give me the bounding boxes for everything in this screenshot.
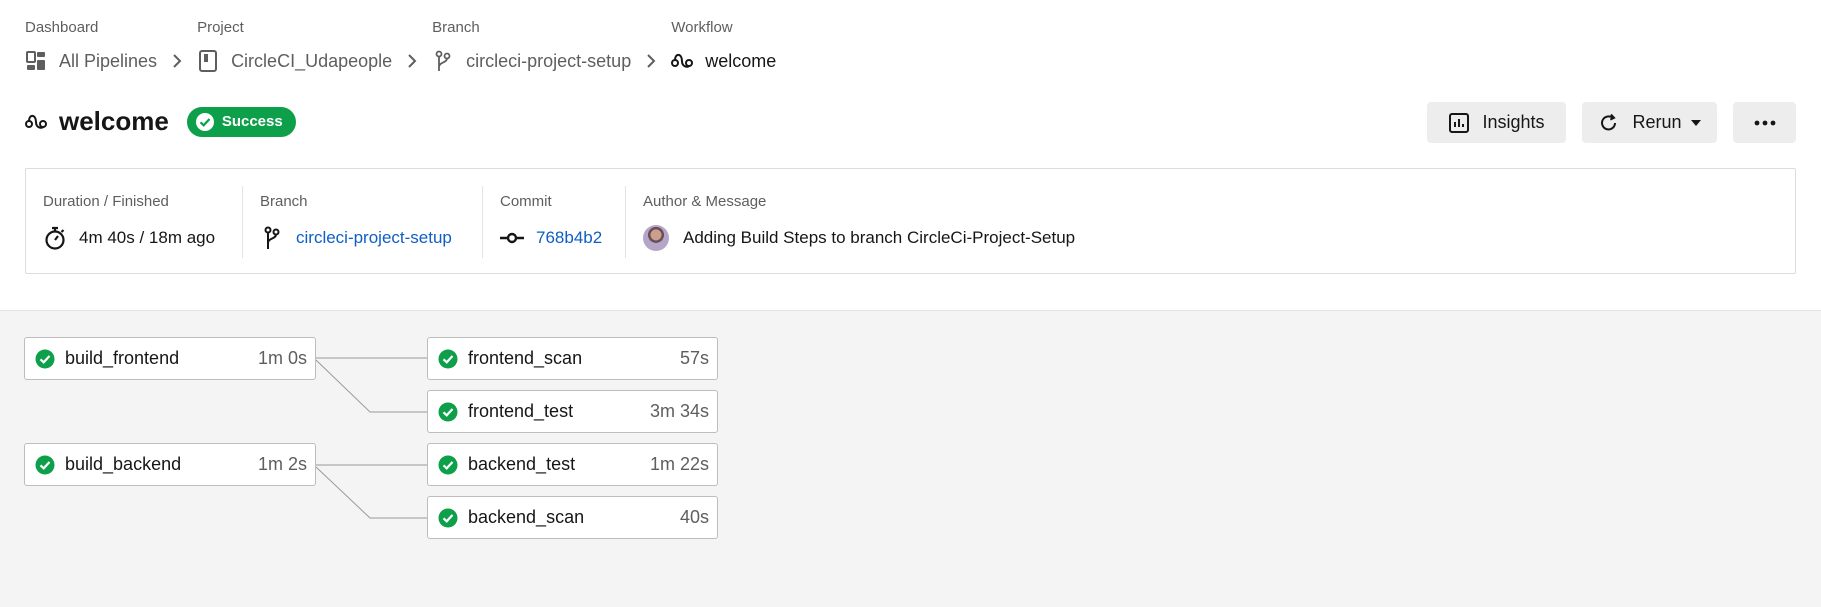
branch-icon	[432, 50, 454, 72]
page-header: welcome Success	[25, 106, 296, 137]
check-circle-icon	[195, 112, 214, 131]
insights-label: Insights	[1482, 112, 1545, 132]
check-circle-icon	[438, 508, 458, 527]
more-icon	[1754, 120, 1775, 125]
job-name: backend_test	[468, 454, 576, 474]
refresh-icon	[1598, 112, 1620, 134]
commit-link[interactable]: 768b4b2	[536, 228, 602, 248]
breadcrumb-branch[interactable]: Branch circleci-project-setup	[432, 19, 631, 76]
workflow-graph: build_frontend 1m 0s frontend_scan 57s f…	[0, 310, 1821, 607]
commit-cell: Commit 768b4b2	[482, 186, 625, 258]
status-label: Success	[221, 113, 283, 130]
breadcrumb-value: CircleCI_Udapeople	[231, 50, 393, 71]
job-duration: 1m 0s	[257, 348, 307, 368]
commit-message: Adding Build Steps to branch CircleCi-Pr…	[683, 228, 1076, 247]
commit-icon	[500, 226, 524, 250]
job-name: build_frontend	[65, 348, 180, 368]
duration-label: Duration / Finished	[43, 193, 169, 210]
breadcrumb: Dashboard All Pipelines Project CircleCI…	[25, 19, 776, 76]
job-name: backend_scan	[468, 507, 585, 527]
branch-label: Branch	[260, 193, 308, 210]
breadcrumb-dashboard[interactable]: Dashboard All Pipelines	[25, 19, 157, 76]
job-duration: 40s	[679, 507, 709, 527]
job-duration: 57s	[679, 348, 709, 368]
breadcrumb-label: Branch	[432, 19, 480, 36]
header-actions: Insights Rerun	[1411, 102, 1796, 143]
breadcrumb-value: circleci-project-setup	[466, 50, 632, 71]
breadcrumb-value: welcome	[705, 50, 777, 71]
workflow-summary: Duration / Finished 4m 40s / 18m ago Bra…	[25, 168, 1796, 274]
caret-down-icon	[1690, 119, 1701, 126]
more-options-button[interactable]	[1733, 102, 1796, 143]
status-badge: Success	[186, 106, 296, 137]
avatar	[643, 225, 669, 251]
chevron-right-icon	[402, 46, 422, 76]
check-circle-icon	[438, 402, 458, 421]
chevron-right-icon	[167, 46, 187, 76]
branch-link[interactable]: circleci-project-setup	[296, 228, 452, 248]
chevron-right-icon	[641, 46, 661, 76]
rerun-label: Rerun	[1632, 112, 1682, 132]
author-cell: Author & Message Adding Build Steps to b…	[625, 186, 1795, 258]
job-duration: 1m 22s	[649, 454, 709, 474]
job-name: frontend_scan	[468, 348, 583, 368]
breadcrumb-workflow[interactable]: Workflow welcome	[671, 19, 776, 76]
job-name: build_backend	[65, 454, 182, 474]
stopwatch-icon	[43, 226, 67, 250]
branch-cell: Branch circleci-project-setup	[242, 186, 482, 258]
commit-label: Commit	[500, 193, 552, 210]
workflow-icon	[25, 110, 49, 134]
job-build-frontend[interactable]: build_frontend 1m 0s	[24, 337, 316, 380]
insights-button[interactable]: Insights	[1427, 102, 1566, 143]
repo-icon	[197, 50, 219, 72]
breadcrumb-label: Workflow	[671, 19, 733, 36]
job-build-backend[interactable]: build_backend 1m 2s	[24, 443, 316, 486]
chart-icon	[1448, 112, 1470, 134]
check-circle-icon	[35, 455, 55, 474]
workflow-icon	[671, 50, 694, 72]
job-frontend-test[interactable]: frontend_test 3m 34s	[427, 390, 718, 433]
duration-cell: Duration / Finished 4m 40s / 18m ago	[26, 186, 242, 258]
job-backend-test[interactable]: backend_test 1m 22s	[427, 443, 718, 486]
job-backend-scan[interactable]: backend_scan 40s	[427, 496, 718, 539]
branch-icon	[260, 226, 284, 250]
job-frontend-scan[interactable]: frontend_scan 57s	[427, 337, 718, 380]
breadcrumb-label: Dashboard	[25, 19, 99, 36]
check-circle-icon	[438, 455, 458, 474]
rerun-button[interactable]: Rerun	[1582, 102, 1717, 143]
breadcrumb-label: Project	[197, 19, 244, 36]
breadcrumb-project[interactable]: Project CircleCI_Udapeople	[197, 19, 392, 76]
check-circle-icon	[35, 349, 55, 368]
author-label: Author & Message	[643, 193, 767, 210]
job-duration: 3m 34s	[649, 401, 709, 421]
check-circle-icon	[438, 349, 458, 368]
job-name: frontend_test	[468, 401, 574, 421]
duration-value: 4m 40s / 18m ago	[79, 228, 216, 247]
page-title: welcome	[59, 106, 169, 136]
breadcrumb-value: All Pipelines	[59, 50, 158, 71]
dashboard-icon	[25, 50, 47, 72]
job-duration: 1m 2s	[257, 454, 307, 474]
